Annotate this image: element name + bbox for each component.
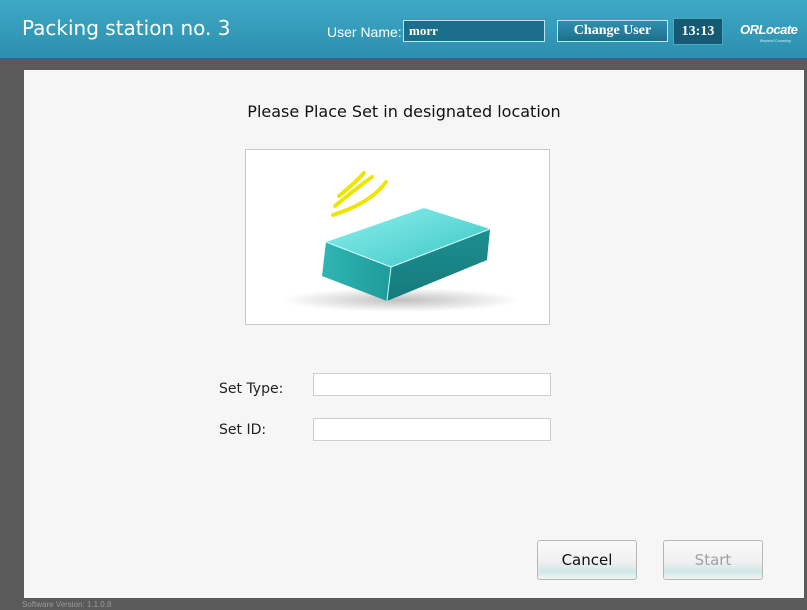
set-id-field[interactable]: [313, 418, 551, 441]
set-type-field[interactable]: [313, 373, 551, 396]
orlocate-logo: ORLocate: [740, 22, 798, 37]
set-placement-illustration: [245, 149, 550, 325]
rfid-tray-icon: [281, 171, 521, 312]
logo-tagline: Beyond Counting: [760, 38, 791, 43]
user-name-label: User Name:: [327, 24, 402, 40]
instruction-text: Please Place Set in designated location: [247, 102, 561, 121]
set-id-label: Set ID:: [219, 422, 267, 438]
main-panel: Please Place Set in designated location: [24, 70, 804, 598]
change-user-button[interactable]: Change User: [557, 20, 668, 42]
start-button[interactable]: Start: [663, 540, 763, 580]
header-bar: Packing station no. 3 User Name: morr Ch…: [0, 0, 807, 60]
cancel-button[interactable]: Cancel: [537, 540, 637, 580]
clock-display: 13:13: [673, 18, 723, 45]
station-title: Packing station no. 3: [22, 16, 231, 40]
software-version: Software Version: 1.1.0.8: [22, 600, 112, 609]
set-type-label: Set Type:: [219, 381, 284, 397]
user-name-field: morr: [403, 20, 545, 42]
